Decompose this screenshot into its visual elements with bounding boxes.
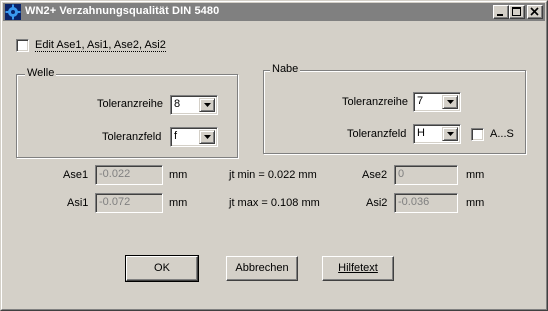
asi1-value: -0.072 — [99, 196, 131, 208]
nabe-toleranzreihe-value: 7 — [417, 95, 424, 107]
minimize-button[interactable] — [493, 5, 509, 19]
ok-button[interactable]: OK — [125, 255, 199, 282]
edit-tolerances-label[interactable]: Edit Ase1, Asi1, Ase2, Asi2 — [35, 39, 166, 52]
ase2-unit: mm — [466, 169, 485, 181]
ase1-label: Ase1 — [63, 169, 89, 181]
welle-toleranzreihe-label: Toleranzreihe — [97, 98, 164, 110]
welle-toleranzfeld-select[interactable]: f — [170, 127, 218, 147]
welle-toleranzfeld-value: f — [174, 130, 178, 142]
asi1-label: Asi1 — [67, 197, 89, 209]
edit-tolerances-checkbox[interactable] — [16, 39, 29, 52]
ase2-value: 0 — [398, 168, 405, 180]
asi1-unit: mm — [169, 197, 188, 209]
nabe-toleranzreihe-select[interactable]: 7 — [413, 92, 461, 112]
window-title: WN2+ Verzahnungsqualität DIN 5480 — [25, 5, 220, 17]
asi2-unit: mm — [466, 197, 485, 209]
jt-max-text: jt max = 0.108 mm — [229, 197, 320, 209]
nabe-toleranzfeld-label: Toleranzfeld — [347, 128, 407, 140]
asi2-field[interactable]: -0.036 — [394, 193, 458, 213]
chevron-down-icon — [447, 132, 454, 136]
ase2-field[interactable]: 0 — [394, 165, 458, 185]
title-bar[interactable]: WN2+ Verzahnungsqualität DIN 5480 — [3, 3, 545, 21]
welle-toleranzfeld-label: Toleranzfeld — [102, 131, 162, 143]
nabe-toleranzfeld-select[interactable]: H — [413, 124, 461, 144]
nabe-toleranzreihe-label: Toleranzreihe — [342, 96, 409, 108]
maximize-icon — [512, 7, 521, 16]
dropdown-button[interactable] — [199, 130, 215, 144]
dropdown-button[interactable] — [442, 127, 458, 141]
minimize-icon — [497, 14, 503, 16]
jt-min-text: jt min = 0.022 mm — [229, 169, 317, 181]
chevron-down-icon — [204, 135, 211, 139]
asi1-field[interactable]: -0.072 — [95, 193, 163, 213]
nabe-toleranzfeld-value: H — [417, 127, 425, 139]
as-checkbox-label[interactable]: A...S — [490, 128, 514, 140]
chevron-down-icon — [447, 100, 454, 104]
dialog-window: WN2+ Verzahnungsqualität DIN 5480 Edit A… — [0, 0, 548, 311]
chevron-down-icon — [204, 103, 211, 107]
nabe-group — [263, 70, 526, 154]
asi2-value: -0.036 — [398, 196, 430, 208]
dropdown-button[interactable] — [199, 98, 215, 112]
welle-toleranzreihe-select[interactable]: 8 — [170, 95, 218, 115]
gear-app-icon — [5, 4, 21, 20]
ase2-label: Ase2 — [362, 169, 388, 181]
nabe-group-title: Nabe — [270, 63, 301, 75]
maximize-button[interactable] — [509, 5, 525, 19]
asi2-label: Asi2 — [366, 197, 388, 209]
ase1-value: -0.022 — [99, 168, 131, 180]
cancel-button[interactable]: Abbrechen — [226, 256, 298, 281]
welle-group-title: Welle — [25, 67, 57, 79]
ase1-unit: mm — [169, 169, 188, 181]
close-button[interactable] — [527, 5, 543, 19]
ase1-field[interactable]: -0.022 — [95, 165, 163, 185]
dropdown-button[interactable] — [442, 95, 458, 109]
close-icon — [530, 7, 539, 16]
help-button[interactable]: Hilfetext — [322, 256, 394, 281]
welle-toleranzreihe-value: 8 — [174, 98, 181, 110]
as-checkbox[interactable] — [471, 128, 484, 141]
